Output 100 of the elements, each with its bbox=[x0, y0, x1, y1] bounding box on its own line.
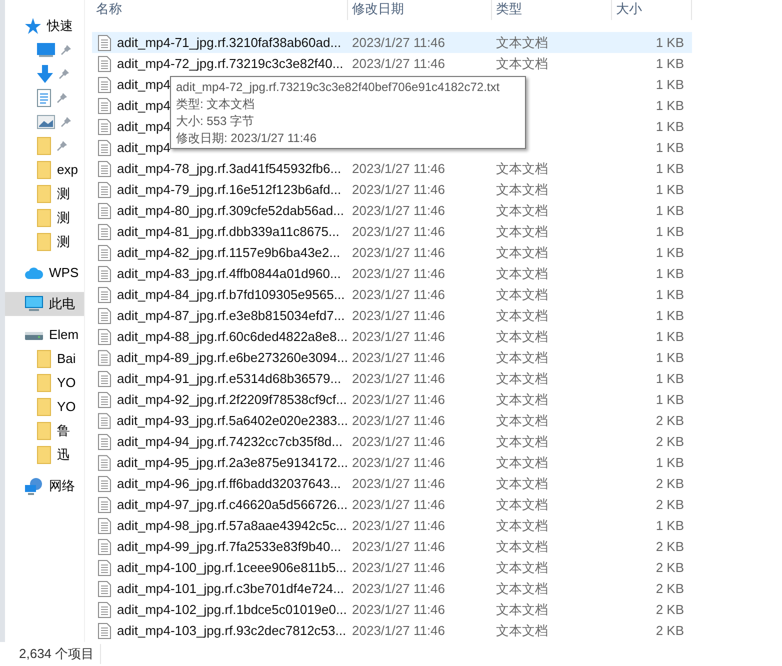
file-name: adit_mp4-94_jpg.rf.74232cc7cb35f8d... bbox=[117, 432, 342, 451]
file-name: adit_mp4 bbox=[117, 76, 170, 94]
file-type: 文本文档 bbox=[496, 350, 548, 365]
modified-date: 2023/1/27 11:46 bbox=[352, 224, 446, 239]
modified-date: 2023/1/27 11:46 bbox=[352, 434, 446, 449]
file-name: adit_mp4-93_jpg.rf.5a6402e020e2383... bbox=[116, 412, 348, 430]
file-type: 文本文档 bbox=[496, 224, 548, 239]
file-type: 文本文档 bbox=[496, 266, 548, 281]
modified-date: 2023/1/27 11:46 bbox=[352, 244, 446, 260]
file-name: adit_mp4 bbox=[117, 118, 170, 136]
file-type: 文本文档 bbox=[496, 160, 548, 176]
file-type: 文本文档 bbox=[496, 370, 548, 386]
file-size: 1 KB bbox=[656, 224, 684, 239]
tooltip-line: 大小: 553 字节 bbox=[176, 113, 256, 130]
modified-date: 2023/1/27 11:46 bbox=[352, 392, 446, 407]
modified-date: 2023/1/27 11:46 bbox=[352, 412, 446, 428]
file-size: 1 KB bbox=[656, 98, 684, 113]
file-size: 1 KB bbox=[656, 328, 684, 344]
file-name: adit_mp4-87_jpg.rf.e3e8b815034efd7... bbox=[117, 306, 345, 325]
file-size: 2 KB bbox=[656, 476, 684, 491]
file-type: 文本文档 bbox=[496, 328, 548, 344]
file-name: adit_mp4-80_jpg.rf.309cfe52dab56ad... bbox=[117, 202, 344, 220]
file-size: 2 KB bbox=[656, 538, 684, 554]
file-size: 1 KB bbox=[656, 308, 684, 323]
file-type: 文本文档 bbox=[496, 538, 548, 554]
modified-date: 2023/1/27 11:46 bbox=[352, 182, 446, 197]
modified-date: 2023/1/27 11:46 bbox=[352, 454, 446, 470]
file-size: 1 KB bbox=[656, 286, 684, 302]
file-type: 文本文档 bbox=[496, 286, 548, 302]
file-type: 文本文档 bbox=[496, 434, 548, 449]
file-name: adit_mp4-72_jpg.rf.73219c3c3e82f40... bbox=[117, 54, 344, 73]
modified-date: 2023/1/27 11:46 bbox=[352, 602, 446, 617]
modified-date: 2023/1/27 11:46 bbox=[352, 266, 446, 281]
tooltip-line: adit_mp4-72_jpg.rf.73219c3c3e82f40bef706e91c4182c72.txt bbox=[176, 79, 501, 96]
file-name: adit_mp4-96_jpg.rf.ff6badd32037643... bbox=[117, 474, 341, 493]
file-name: adit_mp4-101_jpg.rf.c3be701df4e724... bbox=[117, 580, 344, 598]
file-size: 2 KB bbox=[656, 580, 684, 596]
tooltip-line: 修改日期: 2023/1/27 11:46 bbox=[176, 130, 318, 147]
file-size: 1 KB bbox=[656, 202, 684, 218]
file-size: 1 KB bbox=[656, 34, 684, 50]
file-type: 文本文档 bbox=[496, 622, 548, 638]
modified-date: 2023/1/27 11:46 bbox=[352, 34, 446, 50]
file-type: 文本文档 bbox=[496, 476, 548, 491]
modified-date: 2023/1/27 11:46 bbox=[352, 328, 446, 344]
file-name: adit_mp4-81_jpg.rf.dbb339a11c8675... bbox=[117, 222, 340, 241]
file-type: 文本文档 bbox=[496, 580, 548, 596]
file-size: 1 KB bbox=[656, 518, 684, 533]
file-name: adit_mp4-97_jpg.rf.c46620a5d566726... bbox=[117, 496, 348, 514]
modified-date: 2023/1/27 11:46 bbox=[352, 496, 446, 512]
file-name: adit_mp4-78_jpg.rf.3ad41f545932fb6... bbox=[117, 160, 342, 178]
file-name: adit_mp4-99_jpg.rf.7fa2533e83f9b40... bbox=[117, 538, 342, 556]
file-name: adit_mp4-103_jpg.rf.93c2dec7812c53... bbox=[117, 622, 346, 640]
file-size: 1 KB bbox=[656, 392, 684, 407]
file-size: 1 KB bbox=[656, 56, 684, 71]
file-name: adit_mp4-82_jpg.rf.1157e9b6ba43e2... bbox=[117, 244, 340, 262]
file-name: adit_mp4-92_jpg.rf.2f2209f78538cf9cf... bbox=[117, 390, 347, 409]
file-type: 文本文档 bbox=[496, 56, 548, 71]
file-name: adit_mp4-102_jpg.rf.1bdce5c01019e0... bbox=[117, 600, 347, 619]
file-type: 文本文档 bbox=[496, 182, 548, 197]
file-size: 2 KB bbox=[656, 434, 684, 449]
file-size: 2 KB bbox=[656, 622, 684, 638]
file-name: adit_mp4-100_jpg.rf.1ceee906e811b5... bbox=[117, 558, 347, 577]
file-type: 文本文档 bbox=[496, 602, 548, 617]
modified-date: 2023/1/27 11:46 bbox=[352, 308, 446, 323]
file-name: adit_mp4 bbox=[117, 96, 170, 115]
file-type: 文本文档 bbox=[496, 560, 548, 575]
file-size: 2 KB bbox=[656, 496, 684, 512]
file-name: adit_mp4-83_jpg.rf.4ffb0844a01d960... bbox=[117, 264, 341, 283]
file-size: 1 KB bbox=[656, 244, 684, 260]
file-size: 1 KB bbox=[656, 266, 684, 281]
file-name: adit_mp4-79_jpg.rf.16e512f123b6afd... bbox=[117, 180, 342, 199]
file-size: 2 KB bbox=[656, 412, 684, 428]
modified-date: 2023/1/27 11:46 bbox=[352, 350, 446, 365]
file-name: adit_mp4-95_jpg.rf.2a3e875e9134172... bbox=[116, 454, 348, 472]
file-size: 1 KB bbox=[656, 76, 684, 92]
file-size: 1 KB bbox=[656, 182, 684, 197]
file-type: 文本文档 bbox=[496, 392, 548, 407]
file-type: 文本文档 bbox=[496, 518, 548, 533]
file-name: adit_mp4-89_jpg.rf.e6be273260e3094... bbox=[116, 348, 348, 367]
file-type: 文本文档 bbox=[496, 412, 548, 428]
file-size: 1 KB bbox=[656, 118, 684, 134]
file-type: 文本文档 bbox=[496, 496, 548, 512]
file-type: 文本文档 bbox=[496, 202, 548, 218]
file-name: adit_mp4 bbox=[117, 138, 170, 157]
modified-date: 2023/1/27 11:46 bbox=[352, 286, 446, 302]
file-type: 文本文档 bbox=[496, 308, 548, 323]
file-size: 1 KB bbox=[656, 140, 684, 155]
file-size: 1 KB bbox=[656, 454, 684, 470]
file-name: adit_mp4-71_jpg.rf.3210faf38ab60ad... bbox=[117, 34, 342, 52]
file-size: 2 KB bbox=[656, 602, 684, 617]
modified-date: 2023/1/27 11:46 bbox=[352, 560, 446, 575]
file-name: adit_mp4-88_jpg.rf.60c6ded4822a8e8... bbox=[117, 328, 348, 346]
file-type: 文本文档 bbox=[496, 454, 548, 470]
file-size: 2 KB bbox=[656, 560, 684, 575]
tooltip-line: 类型: 文本文档 bbox=[176, 96, 256, 113]
modified-date: 2023/1/27 11:46 bbox=[352, 580, 446, 596]
file-name: adit_mp4-98_jpg.rf.57a8aae43942c5c... bbox=[117, 516, 347, 535]
file-type: 文本文档 bbox=[496, 244, 548, 260]
modified-date: 2023/1/27 11:46 bbox=[352, 56, 446, 71]
modified-date: 2023/1/27 11:46 bbox=[352, 518, 446, 533]
